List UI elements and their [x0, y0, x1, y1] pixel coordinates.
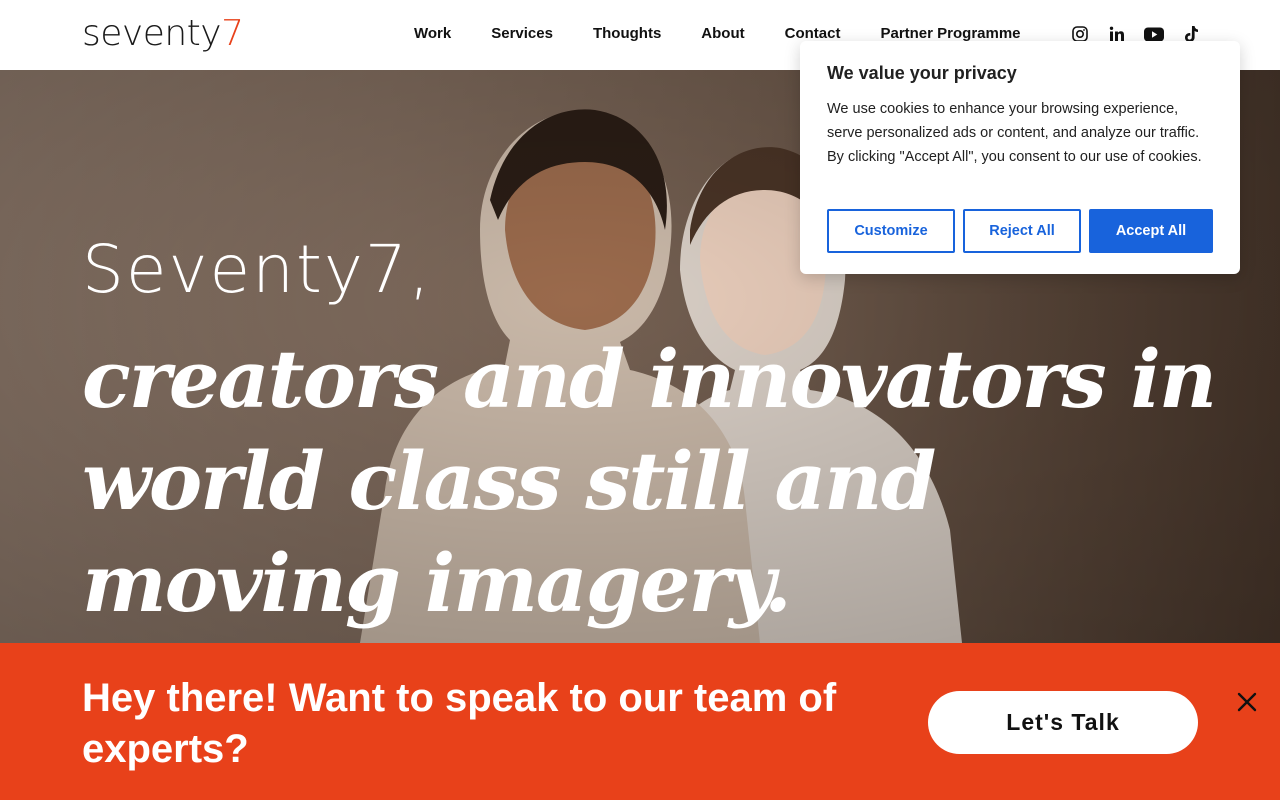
cta-bar: Hey there! Want to speak to our team of … — [0, 643, 1280, 800]
cookie-title: We value your privacy — [827, 63, 1017, 83]
accept-all-button[interactable]: Accept All — [1089, 209, 1213, 253]
nav-services[interactable]: Services — [491, 24, 553, 44]
logo-digit: 7 — [221, 13, 244, 54]
close-icon[interactable] — [1235, 690, 1259, 714]
cookie-consent-dialog: We value your privacy We use cookies to … — [800, 41, 1240, 274]
lets-talk-button[interactable]: Let's Talk — [928, 691, 1198, 754]
cookie-buttons: Customize Reject All Accept All — [827, 209, 1213, 253]
hero-intro: Seventy7, — [82, 231, 432, 308]
nav-work[interactable]: Work — [414, 24, 451, 44]
customize-button[interactable]: Customize — [827, 209, 955, 253]
reject-all-button[interactable]: Reject All — [963, 209, 1081, 253]
logo-text: seventy — [82, 13, 222, 54]
cookie-description: We use cookies to enhance your browsing … — [827, 101, 1202, 165]
logo[interactable]: seventy7 — [82, 12, 244, 56]
nav-thoughts[interactable]: Thoughts — [593, 24, 661, 44]
cta-text: Hey there! Want to speak to our team of … — [82, 676, 837, 771]
nav-about[interactable]: About — [701, 24, 744, 44]
hero-headline: creators and innovators in world class s… — [82, 332, 1217, 630]
